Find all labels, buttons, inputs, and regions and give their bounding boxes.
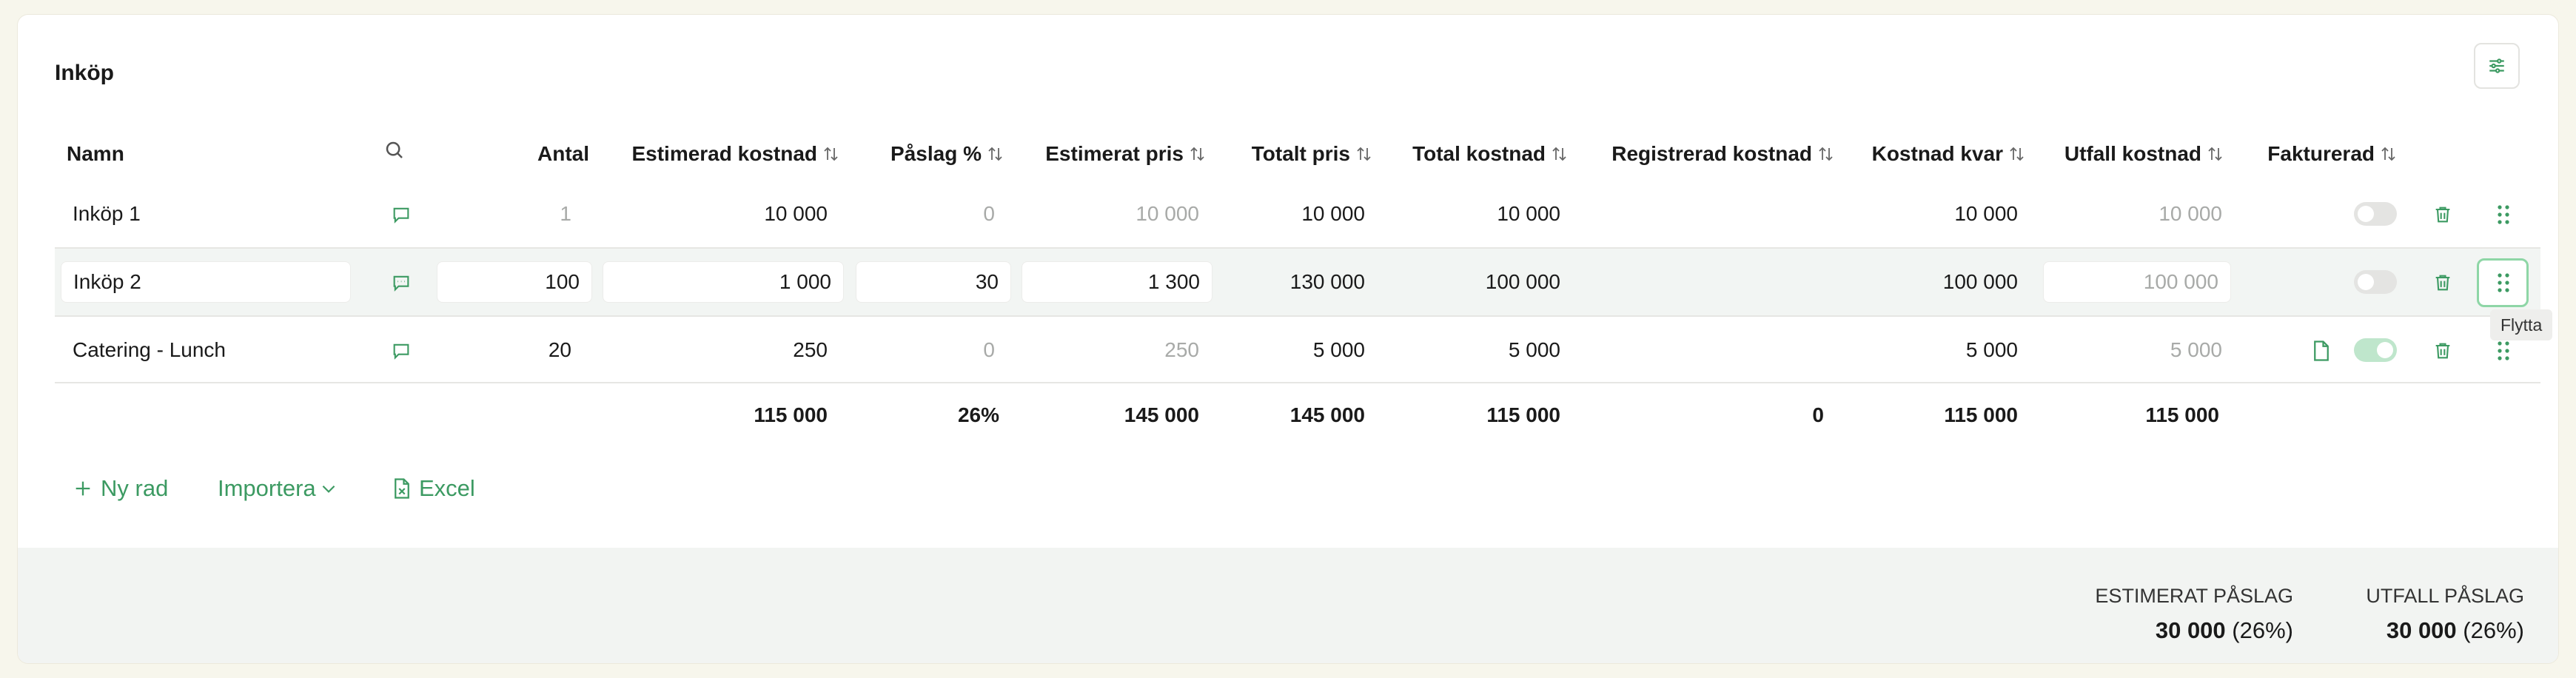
estimerat-pris-value[interactable]: 10 000 (1010, 181, 1199, 247)
column-header-namn: Namn (67, 142, 124, 165)
row-name[interactable]: Inköp 1 (73, 181, 141, 247)
utfall-kostnad-input[interactable]: 100 000 (2043, 261, 2231, 303)
estimerad-kostnad-input[interactable]: 1 000 (603, 261, 844, 303)
total-kostnad-kvar: 115 000 (1944, 403, 2018, 426)
comment-icon (393, 275, 409, 292)
toggle-knob (2377, 342, 2393, 358)
paslag-input[interactable]: 30 (856, 261, 1011, 303)
drag-handle[interactable] (2487, 266, 2520, 299)
kostnad-kvar-value: 5 000 (1965, 338, 2018, 361)
new-row-button[interactable]: Ny rad (73, 474, 168, 503)
excel-button[interactable]: Excel (392, 474, 475, 503)
estimerat-pris-input[interactable]: 1 300 (1022, 261, 1212, 303)
drag-tooltip: Flytta (2490, 309, 2553, 340)
row-name[interactable]: Catering - Lunch (73, 317, 226, 383)
delete-row-button[interactable] (2426, 266, 2459, 299)
comment-icon (393, 207, 409, 224)
totalt-pris-value: 5 000 (1312, 338, 1365, 361)
comment-button[interactable] (385, 338, 417, 364)
total-utfall-kostnad: 115 000 (2145, 403, 2219, 426)
sort-arrows-icon (2207, 145, 2224, 163)
drag-handle[interactable] (2487, 198, 2520, 231)
utfall-kostnad-value[interactable]: 10 000 (2039, 181, 2222, 247)
column-header-antal: Antal (537, 142, 589, 165)
column-header-registrerad-kostnad[interactable]: Registrerad kostnad (1580, 138, 1834, 170)
kostnad-kvar-value: 10 000 (1954, 202, 2018, 225)
delete-row-button[interactable] (2426, 335, 2459, 367)
comment-button[interactable] (385, 201, 417, 228)
utfall-paslag-label: UTFALL PÅSLAG (2366, 585, 2524, 607)
utfall-paslag-value: 30 000 (26%) (2386, 617, 2524, 643)
column-header-kostnad-kvar[interactable]: Kostnad kvar (1846, 138, 2025, 170)
sliders-icon (2489, 58, 2504, 73)
toggle-knob (2358, 274, 2374, 290)
column-header-totalt-pris[interactable]: Totalt pris (1217, 138, 1372, 170)
search-button[interactable] (378, 133, 412, 167)
column-header-paslag[interactable]: Påslag % (847, 138, 1004, 170)
totalt-pris-value: 130 000 (1289, 270, 1365, 293)
summary-footer: ESTIMERAT PÅSLAG 30 000 (26%) UTFALL PÅS… (18, 548, 2558, 663)
sort-arrows-icon (1552, 145, 1568, 163)
comment-button[interactable] (385, 269, 417, 296)
comment-icon (393, 343, 409, 360)
sort-arrows-icon (2009, 145, 2025, 163)
plus-icon (76, 481, 90, 496)
fakturerad-toggle[interactable] (2354, 202, 2397, 226)
total-totalt-pris: 145 000 (1289, 403, 1365, 426)
toggle-knob (2358, 206, 2374, 222)
estimerat-paslag-label: ESTIMERAT PÅSLAG (2095, 585, 2293, 607)
kostnad-kvar-value: 100 000 (1942, 270, 2018, 293)
antal-value[interactable]: 20 (432, 317, 571, 383)
total-paslag: 26% (957, 403, 999, 426)
trash-icon (2435, 207, 2450, 223)
section-title: Inköp (55, 61, 114, 85)
paslag-value[interactable]: 0 (847, 181, 995, 247)
estimerad-kostnad-value[interactable]: 250 (595, 317, 828, 383)
utfall-kostnad-value[interactable]: 5 000 (2039, 317, 2222, 383)
sort-arrows-icon (1190, 145, 1206, 163)
sort-arrows-icon (987, 145, 1004, 163)
search-icon (386, 141, 403, 158)
purchases-card: Inköp Namn Antal Estimerad kostnad Påsla… (18, 15, 2558, 663)
estimerat-pris-value[interactable]: 250 (1010, 317, 1199, 383)
column-header-estimerat-pris[interactable]: Estimerat pris (1010, 138, 1206, 170)
fakturerad-toggle[interactable] (2354, 338, 2397, 362)
sort-arrows-icon (823, 145, 839, 163)
row-name-input[interactable]: Inköp 2 (61, 261, 351, 303)
drag-handle-icon (2498, 341, 2509, 360)
antal-value[interactable]: 1 (432, 181, 571, 247)
chevron-down-icon (322, 485, 335, 493)
drag-handle-icon (2498, 205, 2509, 224)
fakturerad-toggle[interactable] (2354, 270, 2397, 294)
table-settings-button[interactable] (2474, 43, 2520, 89)
trash-icon (2435, 275, 2450, 291)
invoice-document-button[interactable] (2305, 335, 2338, 367)
column-header-total-kostnad[interactable]: Total kostnad (1380, 138, 1568, 170)
total-kostnad-value: 5 000 (1508, 338, 1560, 361)
total-estimerad-kostnad: 115 000 (754, 403, 828, 426)
antal-input[interactable]: 100 (437, 261, 592, 303)
total-estimerat-pris: 145 000 (1124, 403, 1199, 426)
estimerad-kostnad-value[interactable]: 10 000 (595, 181, 828, 247)
sort-arrows-icon (2381, 145, 2397, 163)
total-kostnad-value: 100 000 (1485, 270, 1560, 293)
estimerat-paslag-value: 30 000 (26%) (2155, 617, 2293, 643)
excel-file-icon (395, 478, 409, 499)
paslag-value[interactable]: 0 (847, 317, 995, 383)
column-header-utfall-kostnad[interactable]: Utfall kostnad (2039, 138, 2224, 170)
document-icon (2314, 340, 2329, 361)
import-dropdown[interactable]: Importera (218, 474, 338, 503)
total-total-kostnad: 115 000 (1486, 403, 1560, 426)
column-header-estimerad-kostnad[interactable]: Estimerad kostnad (595, 138, 839, 170)
delete-row-button[interactable] (2426, 198, 2459, 231)
drag-handle-icon (2498, 273, 2509, 292)
totalt-pris-value: 10 000 (1301, 202, 1365, 225)
column-header-fakturerad[interactable]: Fakturerad (2246, 138, 2397, 170)
total-registrerad-kostnad: 0 (1812, 403, 1824, 426)
trash-icon (2435, 343, 2450, 359)
sort-arrows-icon (1818, 145, 1834, 163)
total-kostnad-value: 10 000 (1497, 202, 1560, 225)
sort-arrows-icon (1356, 145, 1372, 163)
